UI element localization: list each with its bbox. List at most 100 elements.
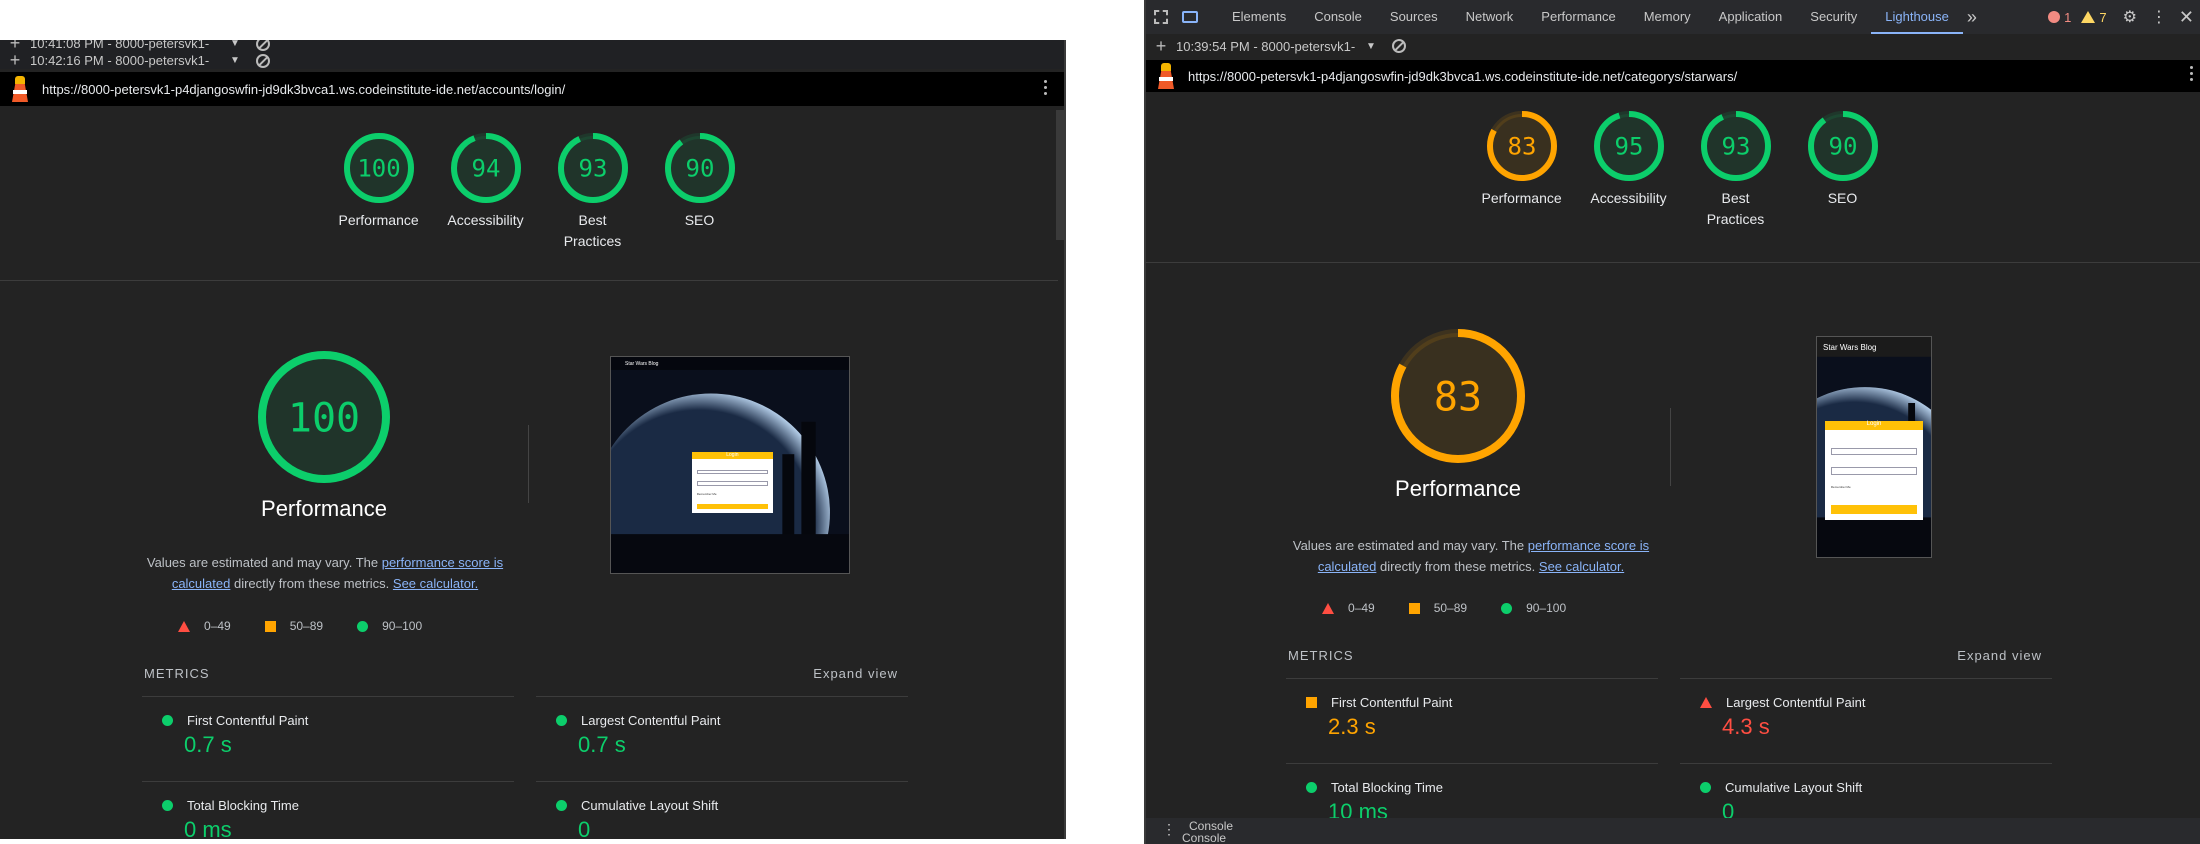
metric-label: Cumulative Layout Shift xyxy=(581,798,719,813)
drawer-menu-icon[interactable]: ⋮ xyxy=(1162,821,1176,838)
error-count: 1 xyxy=(2064,9,2072,25)
category-title: Performance xyxy=(1395,476,1521,501)
score-description: Values are estimated and may vary. The p… xyxy=(146,555,504,591)
expand-view-button[interactable]: Expand view xyxy=(813,666,898,681)
plus-icon[interactable]: + xyxy=(0,50,30,71)
chevron-down-icon[interactable]: ▼ xyxy=(230,55,240,66)
chevron-down-icon[interactable]: ▼ xyxy=(230,40,240,49)
gauge-seo[interactable]: 90 SEO xyxy=(646,132,753,252)
metric-value: 2.3 s xyxy=(1328,714,1376,739)
tab-performance[interactable]: Performance xyxy=(1527,0,1629,34)
gauge-label: Performance xyxy=(1481,190,1562,206)
divider xyxy=(0,280,1058,281)
inspect-element-icon[interactable] xyxy=(1154,10,1168,24)
console-drawer[interactable]: ⋮ Console Console xyxy=(1146,818,2200,844)
thumb-login-card: Login Remember Me xyxy=(691,452,773,513)
gauge-accessibility[interactable]: 94 Accessibility xyxy=(432,132,539,252)
score-value: 83 xyxy=(1434,374,1482,420)
divider xyxy=(1670,408,1671,486)
more-options-icon[interactable]: ⋮ xyxy=(2151,7,2167,27)
divider xyxy=(1146,262,2200,263)
history-time: 10:41:08 PM - 8000-petersvk1- xyxy=(30,40,210,51)
metric-cumulative-layout-shift: Cumulative Layout Shift 0 xyxy=(536,781,908,839)
fail-triangle-icon xyxy=(1700,697,1712,708)
report-url[interactable]: https://8000-petersvk1-p4djangoswfin-jd9… xyxy=(1188,69,1737,84)
history-row[interactable]: + 10:39:54 PM - 8000-petersvk1- ▼ xyxy=(1146,34,2200,58)
tab-lighthouse[interactable]: Lighthouse xyxy=(1871,0,1963,34)
expand-view-button[interactable]: Expand view xyxy=(1957,648,2042,663)
score-gauge-ring: 94 xyxy=(450,133,521,203)
thumb-remember: Remember Me xyxy=(1830,485,1851,490)
pass-circle-icon xyxy=(1501,602,1513,614)
tab-network[interactable]: Network xyxy=(1452,0,1528,34)
divider xyxy=(528,425,529,503)
warning-icon[interactable] xyxy=(2081,11,2096,23)
gauge-seo[interactable]: 90 SEO xyxy=(1789,110,1896,230)
average-square-icon xyxy=(264,620,276,632)
pass-circle-icon xyxy=(556,715,567,726)
clear-icon[interactable] xyxy=(255,53,270,68)
chevron-down-icon[interactable]: ▼ xyxy=(1366,41,1376,52)
thumb-login-title: Login xyxy=(1866,420,1882,427)
score-gauge-ring: 93 xyxy=(557,133,628,203)
score-gauge-ring: 90 xyxy=(664,133,735,203)
gauge-best-practices[interactable]: 93 Best Practices xyxy=(1682,110,1789,230)
metric-first-contentful-paint: First Contentful Paint 2.3 s xyxy=(1286,678,1658,740)
gauge-label: Best Practices xyxy=(1706,190,1765,227)
gear-icon[interactable]: ⚙ xyxy=(2123,7,2137,27)
device-toolbar-icon[interactable] xyxy=(1182,11,1198,23)
score-description: Values are estimated and may vary. The p… xyxy=(1292,538,1650,574)
metric-label: First Contentful Paint xyxy=(1331,695,1453,710)
performance-big-score: 83 Performance xyxy=(1368,328,1548,502)
metrics-heading: METRICS xyxy=(144,666,210,681)
pass-circle-icon xyxy=(1700,782,1711,793)
tab-security[interactable]: Security xyxy=(1796,0,1871,34)
console-tab-secondary[interactable]: Console xyxy=(1182,831,1226,844)
score-gauge-ring: 100 xyxy=(258,351,390,483)
gauge-performance[interactable]: 83 Performance xyxy=(1468,110,1575,230)
clear-icon[interactable] xyxy=(1391,39,1406,53)
metric-label: Total Blocking Time xyxy=(187,798,299,813)
see-calculator-link[interactable]: See calculator. xyxy=(1539,559,1624,574)
tab-memory[interactable]: Memory xyxy=(1630,0,1705,34)
score-value: 100 xyxy=(357,155,400,183)
fail-triangle-icon xyxy=(178,620,190,632)
more-options-icon[interactable] xyxy=(1044,80,1048,98)
thumb-input xyxy=(696,481,768,486)
metrics-header: METRICS Expand view xyxy=(144,666,898,681)
history-row-1[interactable]: + 10:41:08 PM - 8000-petersvk1- ▼ xyxy=(0,40,1064,53)
thumb-login-button xyxy=(696,503,768,510)
thumb-input xyxy=(696,469,768,474)
metric-first-contentful-paint: First Contentful Paint 0.7 s xyxy=(142,696,514,758)
performance-big-score: 100 Performance xyxy=(224,350,424,522)
plus-icon[interactable]: + xyxy=(1146,36,1176,57)
more-tabs-icon[interactable]: » xyxy=(1967,7,1977,28)
pass-circle-icon xyxy=(162,715,173,726)
scrollbar[interactable] xyxy=(1056,110,1064,240)
tab-elements[interactable]: Elements xyxy=(1218,0,1300,34)
block-icon[interactable] xyxy=(255,40,270,51)
gauge-label: SEO xyxy=(1827,190,1858,206)
score-value: 93 xyxy=(578,155,607,183)
page-screenshot-thumbnail[interactable]: Star Wars Blog Login Remember Me xyxy=(610,356,850,574)
metric-value: 0.7 s xyxy=(184,732,232,757)
see-calculator-link[interactable]: See calculator. xyxy=(393,576,478,591)
tab-application[interactable]: Application xyxy=(1705,0,1797,34)
gauge-accessibility[interactable]: 95 Accessibility xyxy=(1575,110,1682,230)
gauge-performance[interactable]: 100 Performance xyxy=(325,132,432,252)
close-icon[interactable]: ✕ xyxy=(2179,7,2194,28)
average-square-icon xyxy=(1408,602,1420,614)
thumb-site-title: Star Wars Blog xyxy=(1823,343,1877,352)
tab-sources[interactable]: Sources xyxy=(1376,0,1452,34)
page-screenshot-thumbnail[interactable]: Star Wars Blog Login Remember Me xyxy=(1816,336,1932,558)
score-legend: 0–49 50–89 90–100 xyxy=(1322,601,1600,615)
gauge-label: Accessibility xyxy=(447,212,524,228)
more-options-icon[interactable] xyxy=(2190,66,2194,84)
gauge-best-practices[interactable]: 93 Best Practices xyxy=(539,132,646,252)
error-icon[interactable] xyxy=(2048,11,2061,23)
metric-value: 0 ms xyxy=(184,817,232,839)
score-legend: 0–49 50–89 90–100 xyxy=(178,619,456,633)
report-url[interactable]: https://8000-petersvk1-p4djangoswfin-jd9… xyxy=(42,82,565,97)
history-row-2[interactable]: + 10:42:16 PM - 8000-petersvk1- ▼ xyxy=(0,50,1064,71)
tab-console[interactable]: Console xyxy=(1300,0,1376,34)
